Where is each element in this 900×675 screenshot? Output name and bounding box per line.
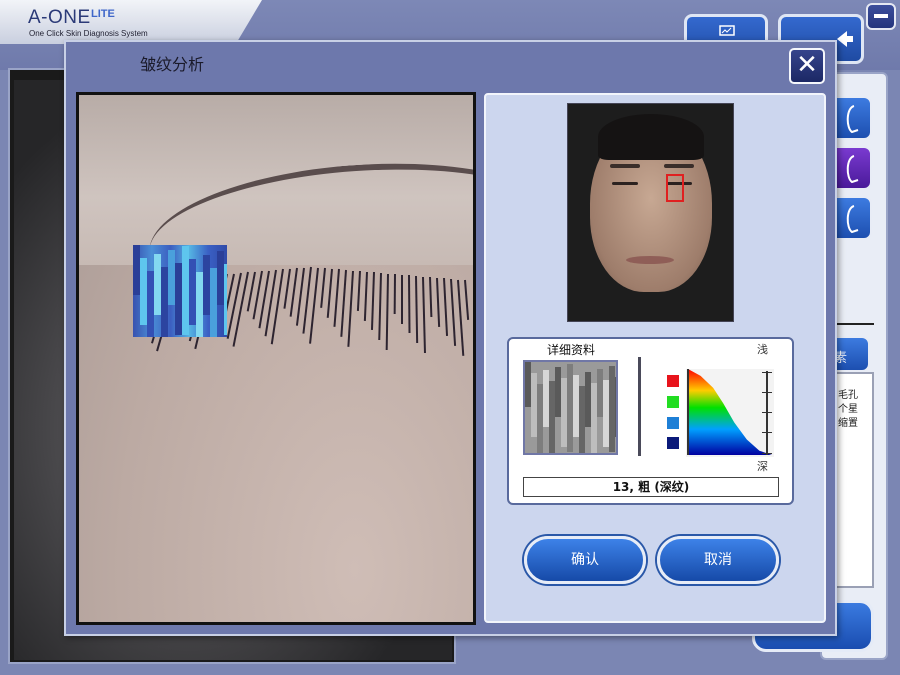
close-button[interactable]: ✕	[789, 48, 825, 84]
close-icon: ✕	[796, 50, 818, 80]
eyelash	[326, 268, 333, 318]
eyelash	[429, 277, 433, 318]
overlay-stripe	[224, 264, 227, 335]
eyelash	[393, 274, 396, 315]
overlay-stripe	[203, 255, 210, 315]
overlay-stripe	[140, 258, 147, 325]
legend-swatch-green	[667, 396, 679, 408]
minimize-button[interactable]	[866, 3, 896, 30]
face-hair	[598, 114, 704, 160]
face-thumbnail[interactable]	[567, 103, 734, 322]
overlay-stripe	[133, 245, 140, 295]
eyelash	[422, 276, 426, 353]
overlay-stripe	[182, 246, 189, 335]
wrinkle-detection-overlay	[133, 245, 227, 337]
eyelash	[347, 270, 354, 347]
legend-swatch-blue	[667, 417, 679, 429]
depth-tick	[762, 392, 772, 393]
overlay-stripe	[161, 267, 168, 337]
detail-divider	[638, 357, 641, 456]
legend-swatch-navy	[667, 437, 679, 449]
face-profile-icon	[846, 105, 859, 134]
eyelash	[443, 278, 449, 337]
wrinkle-result-field: 13, 粗 (深纹)	[523, 477, 779, 497]
app-logo: A-ONE	[28, 7, 91, 28]
overlay-stripe	[175, 263, 182, 335]
eyelash	[289, 268, 298, 317]
eyelash	[385, 273, 389, 350]
overlay-stripe	[154, 254, 161, 315]
face-mouth	[626, 256, 674, 264]
monitor-icon	[719, 25, 735, 36]
eyelash	[436, 277, 441, 327]
side-text-line: 毛孔	[838, 390, 858, 401]
eyelash	[408, 275, 411, 334]
app-edition: LITE	[91, 8, 115, 20]
side-text-line: 缩置	[838, 418, 858, 429]
eyelash	[333, 269, 340, 328]
app-tagline: One Click Skin Diagnosis System	[29, 29, 148, 38]
texture-stripe	[615, 377, 616, 437]
depth-tick	[762, 412, 772, 413]
eyelash	[356, 271, 361, 312]
eyelash	[457, 279, 465, 356]
eyelash	[363, 271, 368, 321]
eyelash	[378, 272, 382, 341]
depth-tick	[762, 453, 772, 454]
scale-deep-label: 深	[757, 460, 768, 473]
confirm-button[interactable]: 确认	[524, 536, 646, 584]
legend-swatch-red	[667, 375, 679, 387]
face-brow-right	[664, 164, 694, 168]
side-text-line: 个星	[838, 404, 858, 415]
depth-tick	[762, 432, 772, 433]
face-profile-icon	[846, 155, 859, 184]
region-marker[interactable]	[666, 174, 684, 202]
dialog-title: 皱纹分析	[140, 55, 205, 74]
depth-axis	[687, 369, 689, 455]
face-profile-icon	[846, 205, 859, 234]
eyelash	[401, 274, 403, 324]
depth-tick	[762, 372, 772, 373]
eyelash	[415, 275, 419, 344]
depth-tick-axis	[766, 371, 768, 455]
texture-thumbnail	[523, 360, 618, 455]
back-arrow-icon	[837, 31, 853, 47]
eyelash	[340, 269, 347, 337]
overlay-stripe	[189, 259, 196, 325]
overlay-stripe	[210, 268, 217, 337]
overlay-stripe	[196, 272, 203, 337]
overlay-stripe	[217, 251, 224, 305]
face-eye-left	[612, 182, 638, 185]
overlay-stripe	[168, 250, 175, 305]
zoomed-skin-image[interactable]	[76, 92, 476, 625]
eyelash	[464, 280, 470, 321]
eyelash	[450, 278, 457, 346]
detail-label: 详细资料	[547, 343, 596, 357]
scale-shallow-label: 浅	[757, 343, 768, 356]
overlay-stripe	[147, 271, 154, 337]
cancel-button[interactable]: 取消	[657, 536, 779, 584]
eyelash	[283, 268, 291, 309]
minimize-icon	[874, 14, 888, 18]
face-brow-left	[610, 164, 640, 168]
eyelash	[370, 272, 375, 331]
eyelash	[320, 268, 326, 309]
